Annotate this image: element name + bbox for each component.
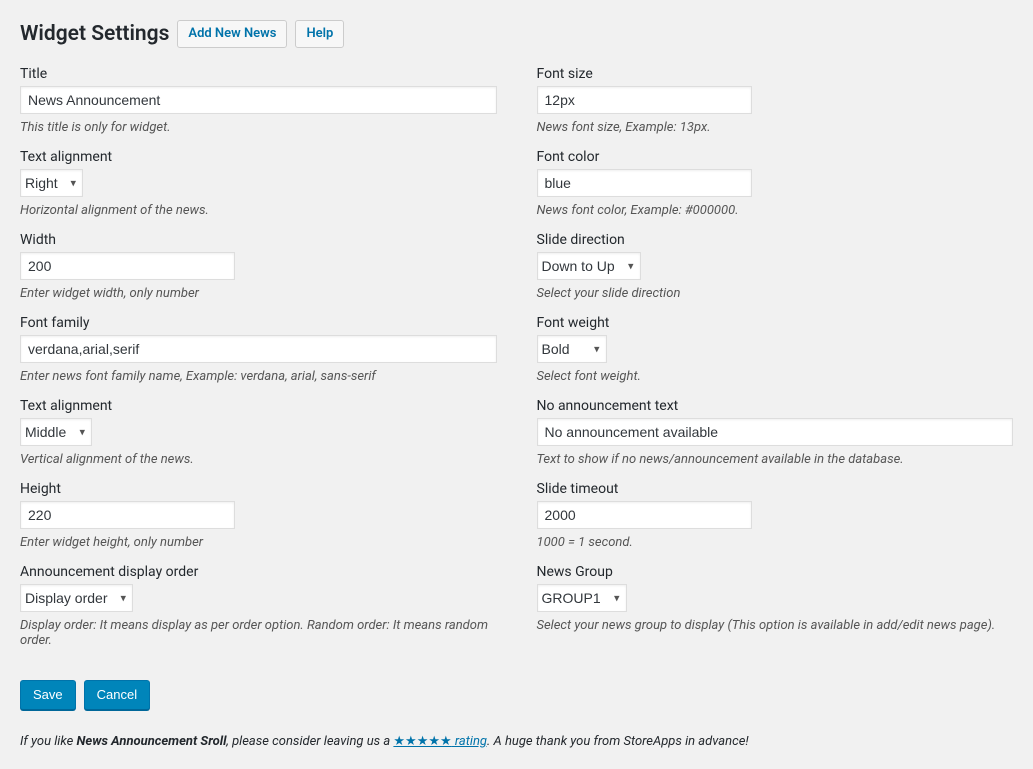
fontweight-hint: Select font weight. [537, 369, 1014, 384]
fontsize-label: Font size [537, 66, 1014, 82]
noann-label: No announcement text [537, 398, 1014, 414]
height-hint: Enter widget height, only number [20, 535, 497, 550]
rating-link[interactable]: rating [452, 734, 487, 749]
fontfam-label: Font family [20, 315, 497, 331]
fontfam-hint: Enter news font family name, Example: ve… [20, 369, 497, 384]
disporder-select[interactable]: Display order [20, 584, 133, 612]
height-label: Height [20, 481, 497, 497]
noann-hint: Text to show if no news/announcement ava… [537, 452, 1014, 467]
group-hint: Select your news group to display (This … [537, 618, 1014, 633]
disporder-label: Announcement display order [20, 564, 497, 580]
halign-select[interactable]: Right [20, 169, 83, 197]
fontsize-input[interactable] [537, 86, 752, 114]
slidedir-select[interactable]: Down to Up [537, 252, 641, 280]
group-select[interactable]: GROUP1 [537, 584, 627, 612]
timeout-input[interactable] [537, 501, 752, 529]
slidedir-label: Slide direction [537, 232, 1014, 248]
valign-hint: Vertical alignment of the news. [20, 452, 497, 467]
fontfam-input[interactable] [20, 335, 497, 363]
disporder-hint: Display order: It means display as per o… [20, 618, 497, 648]
title-input[interactable] [20, 86, 497, 114]
page-title: Widget Settings [20, 22, 169, 46]
fontweight-select[interactable]: Bold [537, 335, 607, 363]
cancel-button[interactable]: Cancel [84, 680, 150, 710]
valign-label: Text alignment [20, 398, 497, 414]
group-label: News Group [537, 564, 1014, 580]
fontcolor-label: Font color [537, 149, 1014, 165]
width-hint: Enter widget width, only number [20, 286, 497, 301]
height-input[interactable] [20, 501, 235, 529]
title-hint: This title is only for widget. [20, 120, 497, 135]
fontcolor-hint: News font color, Example: #000000. [537, 203, 1014, 218]
footer-note: If you like News Announcement Sroll, ple… [20, 734, 1013, 749]
timeout-hint: 1000 = 1 second. [537, 535, 1014, 550]
width-label: Width [20, 232, 497, 248]
noann-input[interactable] [537, 418, 1014, 446]
add-new-news-button[interactable]: Add New News [177, 20, 287, 48]
fontweight-label: Font weight [537, 315, 1014, 331]
title-label: Title [20, 66, 497, 82]
halign-label: Text alignment [20, 149, 497, 165]
fontcolor-input[interactable] [537, 169, 752, 197]
width-input[interactable] [20, 252, 235, 280]
timeout-label: Slide timeout [537, 481, 1014, 497]
help-button[interactable]: Help [295, 20, 344, 48]
valign-select[interactable]: Middle [20, 418, 92, 446]
product-name: News Announcement Sroll [77, 734, 227, 749]
slidedir-hint: Select your slide direction [537, 286, 1014, 301]
rating-stars-link[interactable]: ★★★★★ [393, 734, 451, 749]
fontsize-hint: News font size, Example: 13px. [537, 120, 1014, 135]
save-button[interactable]: Save [20, 680, 76, 710]
halign-hint: Horizontal alignment of the news. [20, 203, 497, 218]
